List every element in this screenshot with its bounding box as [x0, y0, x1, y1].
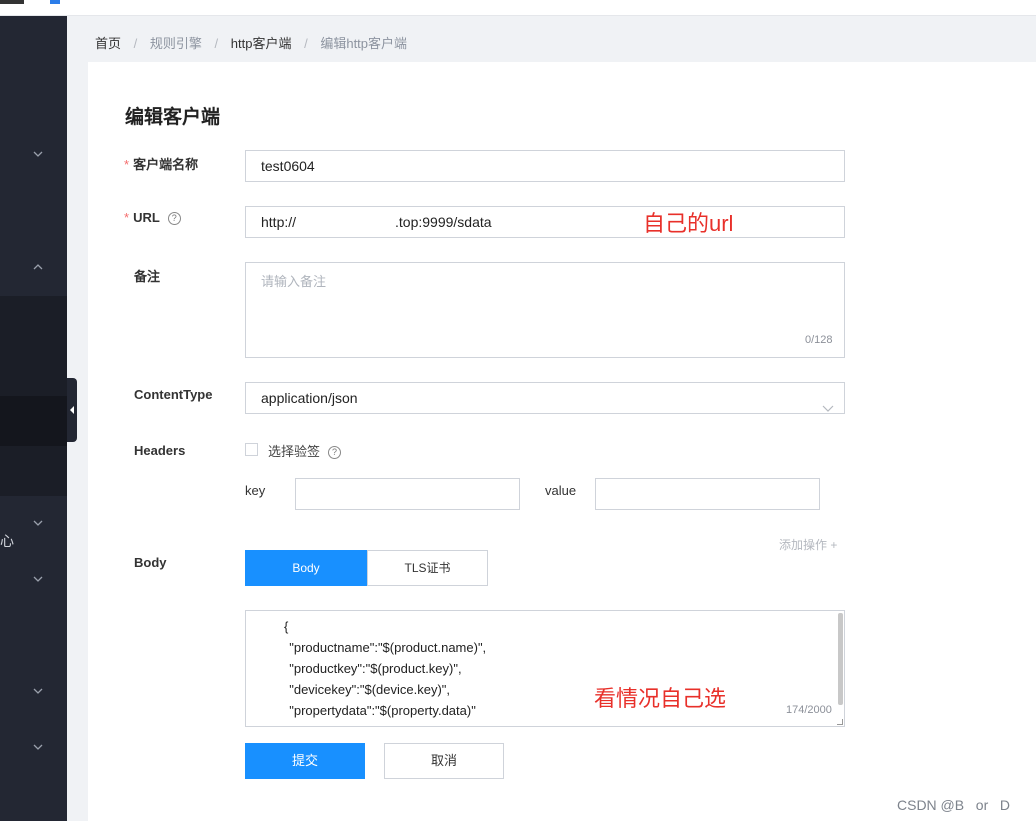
remark-label: 备注 — [134, 269, 161, 284]
sidebar-collapse-button[interactable] — [67, 378, 77, 442]
content-type-value: application/json — [261, 390, 358, 406]
chevron-down-icon[interactable] — [33, 686, 43, 696]
key-label: key — [245, 483, 266, 498]
top-bar-accent-fragment — [50, 0, 60, 4]
caret-left-icon — [70, 406, 74, 414]
chevron-down-icon[interactable] — [33, 518, 43, 528]
tab-tls-certificate[interactable]: TLS证书 — [367, 550, 488, 586]
scrollbar[interactable] — [838, 613, 843, 705]
body-line: { — [284, 619, 289, 634]
sidebar-item-active[interactable] — [0, 396, 67, 446]
breadcrumb-http-client[interactable]: http客户端 — [231, 33, 292, 52]
body-line: "propertydata":"$(property.data)" — [282, 703, 476, 718]
tab-body[interactable]: Body — [245, 550, 367, 586]
url-input[interactable]: http:// .top:9999/sdata — [245, 206, 845, 238]
body-line: "devicekey":"$(device.key)", — [282, 682, 451, 697]
url-annotation: 自己的url — [643, 211, 734, 236]
header-key-input[interactable] — [295, 478, 520, 510]
breadcrumb-rule-engine[interactable]: 规则引擎 — [150, 33, 202, 52]
client-name-input[interactable]: test0604 — [245, 150, 845, 182]
add-operation-button[interactable]: 添加操作 + — [779, 536, 837, 553]
watermark: CSDN @B or D — [897, 797, 1011, 813]
help-icon[interactable]: ? — [328, 446, 342, 459]
required-mark: * — [124, 157, 130, 172]
body-line: "productkey":"$(product.key)", — [282, 661, 462, 676]
url-input-value-start: http:// — [261, 214, 297, 230]
body-label: Body — [134, 555, 167, 570]
header-value-input[interactable] — [595, 478, 820, 510]
remark-counter: 0/128 — [805, 334, 833, 346]
url-input-value-end: .top:9999/sdata — [395, 214, 492, 230]
resize-handle[interactable] — [837, 719, 843, 725]
required-mark: * — [124, 210, 130, 225]
breadcrumb-current: 编辑http客户端 — [320, 36, 408, 51]
page-title: 编辑客户端 — [125, 107, 221, 128]
content-type-select[interactable]: application/json — [245, 382, 845, 414]
url-label: * URL? — [124, 210, 181, 225]
body-editor[interactable]: { "productname":"$(product.name)", "prod… — [245, 610, 845, 727]
breadcrumb: 首页 / 规则引擎 / http客户端 / 编辑http客户端 — [95, 33, 407, 52]
cancel-button[interactable]: 取消 — [384, 743, 504, 779]
breadcrumb-separator: / — [214, 36, 219, 51]
content-type-label: ContentType — [134, 387, 213, 402]
sidebar: 心 — [0, 16, 67, 821]
submit-button[interactable]: 提交 — [245, 743, 365, 779]
body-counter: 174/2000 — [786, 704, 832, 716]
sign-checkbox-label[interactable]: 选择验签? — [268, 441, 342, 460]
breadcrumb-separator: / — [304, 36, 308, 51]
client-name-label: * 客户端名称 — [124, 157, 199, 172]
breadcrumb-separator: / — [133, 36, 138, 51]
sign-checkbox[interactable] — [245, 443, 258, 456]
body-line: "productname":"$(product.name)", — [282, 640, 487, 655]
top-bar — [0, 0, 1036, 16]
top-bar-logo-fragment — [0, 0, 24, 4]
chevron-down-icon — [822, 393, 834, 423]
help-icon[interactable]: ? — [167, 212, 181, 225]
remark-textarea[interactable]: 请输入备注 — [245, 262, 845, 358]
chevron-down-icon[interactable] — [33, 574, 43, 584]
breadcrumb-home[interactable]: 首页 — [95, 33, 121, 52]
chevron-down-icon[interactable] — [33, 149, 43, 159]
headers-label: Headers — [134, 443, 186, 458]
chevron-down-icon[interactable] — [33, 742, 43, 752]
sidebar-item-label[interactable]: 心 — [0, 531, 14, 551]
chevron-up-icon[interactable] — [33, 262, 43, 272]
body-annotation: 看情况自己选 — [594, 686, 727, 711]
value-label: value — [545, 483, 577, 498]
